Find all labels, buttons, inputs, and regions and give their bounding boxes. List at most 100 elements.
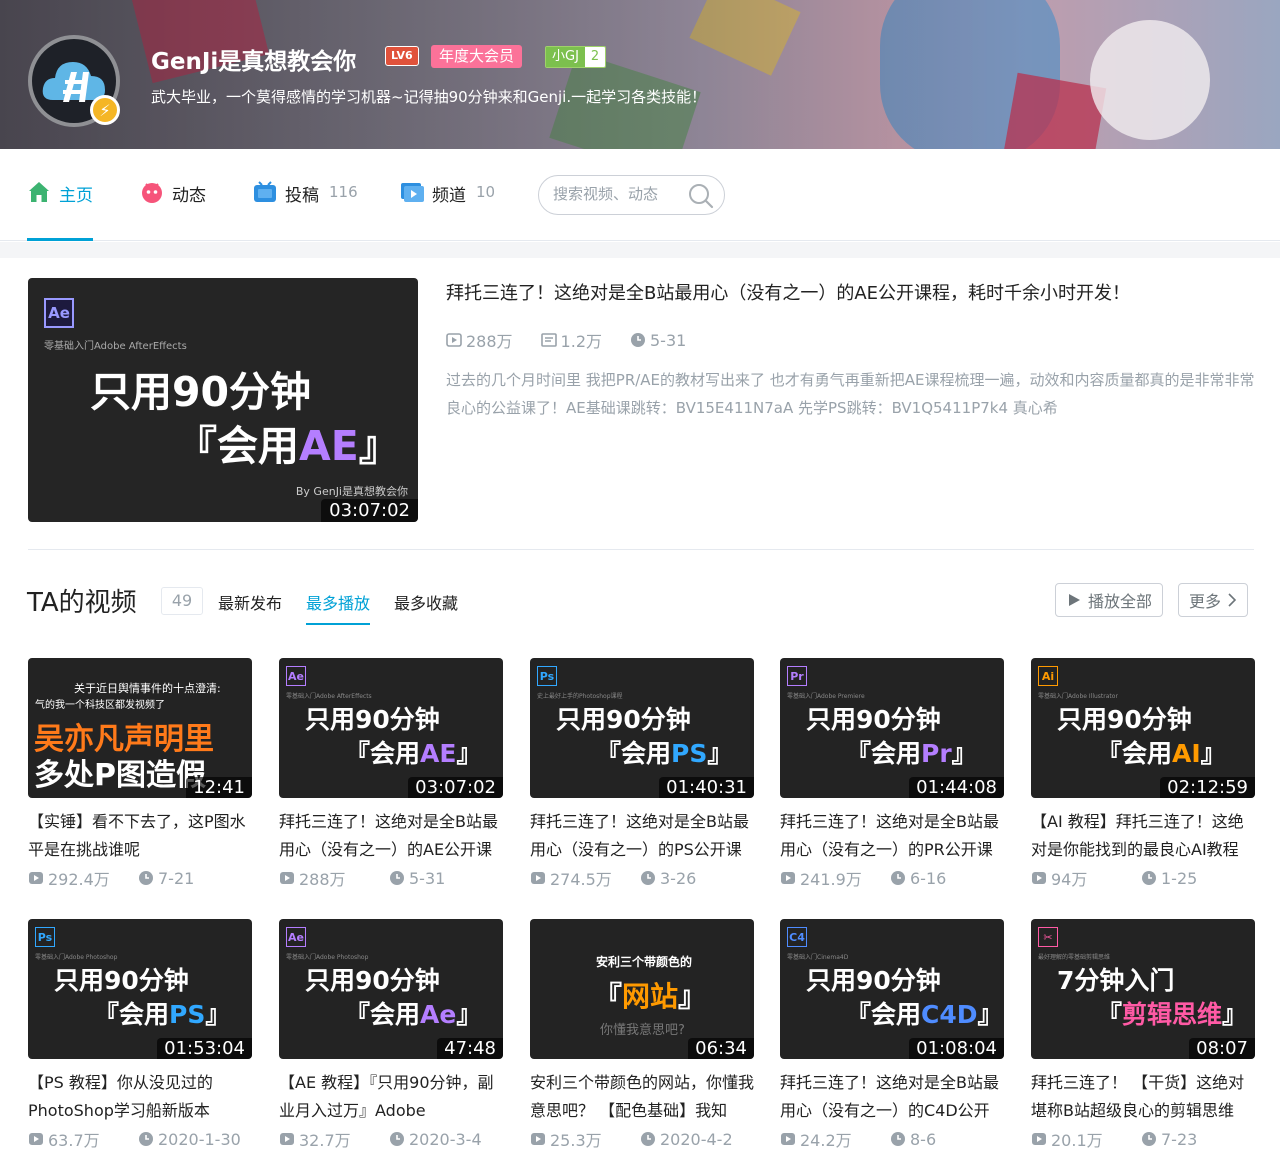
app-badge-icon: Pr [787,666,807,686]
cover-headline: 只用90分钟 [305,966,440,995]
video-thumbnail[interactable]: 你懂我意思吧? 安利三个带颜色的 『网站』 06:34 [530,919,754,1059]
video-card[interactable]: Ps 史上最好上手的Photoshop课程 只用90分钟 『会用PS』 01:40:31… [530,658,754,890]
video-duration: 01:53:04 [157,1038,252,1059]
tab-dynamic[interactable]: 动态 [140,181,206,241]
app-badge-icon: Ai [1038,666,1058,686]
video-thumbnail[interactable]: Ps 史上最好上手的Photoshop课程 只用90分钟 『会用PS』 01:40:31 [530,658,754,798]
clock-icon [139,871,153,885]
cover-headline: 只用90分钟 [90,368,312,416]
video-meta: 288万 5-31 [279,866,503,890]
video-thumbnail[interactable]: Ae 零基础入门Adobe AfterEffects 只用90分钟 『会用AE』 03:… [279,658,503,798]
play-all-button[interactable]: 播放全部 [1055,583,1164,617]
cover-headline: 只用90分钟 [556,705,691,734]
video-card[interactable]: Ae 零基础入门Adobe AfterEffects 只用90分钟 『会用AE』 03:… [279,658,503,890]
sort-tab-most-played[interactable]: 最多播放 [306,590,371,625]
video-duration: 03:07:02 [321,499,418,522]
clock-icon [139,1132,153,1146]
video-card[interactable]: Ai 零基础入门Adobe Illustrator 只用90分钟 『会用AI』 02:1… [1031,658,1255,890]
video-card[interactable]: Ps 零基础入门Adobe Photoshop 只用90分钟 『会用PS』 01:53:… [28,919,252,1151]
cover-subtitle: 零基础入门Cinema4D [787,954,849,961]
clock-icon [641,1132,655,1146]
video-thumbnail[interactable]: Ae 零基础入门Adobe Photoshop 只用90分钟 『会用Ae』 47:48 [279,919,503,1059]
search-input[interactable] [553,185,683,203]
play-count-icon [531,872,545,884]
video-title[interactable]: 拜托三连了！ 【干货】这绝对堪称B站超级良心的剪辑思维 [1031,1069,1255,1125]
username[interactable]: GenJi是真想教会你 [151,42,356,76]
cover-headline: 安利三个带颜色的 [596,955,693,969]
play-count: 20.1万 [1031,1127,1119,1151]
video-title[interactable]: 【AE 教程】『只用90分钟，副业月入过万』Adobe [279,1069,503,1125]
tab-dynamic-label: 动态 [172,186,206,206]
fan-medal[interactable]: 小GJ 2 [545,46,607,68]
video-title[interactable]: 拜托三连了！这绝对是全B站最用心（没有之一）的C4D公开课 [780,1069,1004,1125]
featured-video-title[interactable]: 拜托三连了！这绝对是全B站最用心（没有之一）的AE公开课程，耗时千余小时开发！ [446,279,1246,305]
cover-subtitle: 你懂我意思吧? [600,1023,685,1038]
video-thumbnail[interactable]: Ai 零基础入门Adobe Illustrator 只用90分钟 『会用AI』 02:1… [1031,658,1255,798]
cover-subtitle: 最好理解的零基础剪辑思维 [1038,954,1111,961]
video-duration: 01:44:08 [909,777,1004,798]
clock-icon [631,333,645,347]
cover-headline-2: 『会用Pr』 [846,739,977,768]
video-duration: 01:08:04 [909,1038,1004,1059]
video-thumbnail[interactable]: ✂ 最好理解的零基础剪辑思维 7分钟入门 『剪辑思维』 08:07 [1031,919,1255,1059]
tab-uploads[interactable]: 投稿 116 [253,181,358,241]
video-title[interactable]: 拜托三连了！这绝对是全B站最用心（没有之一）的PS公开课 [530,808,754,864]
cover-headline-2: 『会用Ae』 [345,1000,482,1029]
video-meta: 24.2万 8-6 [780,1127,1004,1151]
tab-uploads-label: 投稿 [285,186,319,206]
cover-headline: 只用90分钟 [806,705,941,734]
section-title: TA的视频 [27,588,137,618]
clock-icon [1142,871,1156,885]
vip-badge[interactable]: 年度大会员 [431,45,523,68]
tab-channels-count: 10 [476,183,496,201]
play-count: 25.3万 [530,1127,618,1151]
video-thumbnail[interactable]: Pr 零基础入门Adobe Premiere 只用90分钟 『会用Pr』 01:44:0… [780,658,1004,798]
video-thumbnail[interactable]: C4 零基础入门Cinema4D 只用90分钟 『会用C4D』 01:08:04 [780,919,1004,1059]
verified-bolt-icon: ⚡ [90,95,120,125]
video-card[interactable]: 你懂我意思吧? 安利三个带颜色的 『网站』 06:34 安利三个带颜色的网站，你懂我意思… [530,919,754,1151]
play-count: 288万 [279,866,367,890]
tab-channels[interactable]: 频道 10 [400,181,495,241]
cover-headline: 只用90分钟 [806,966,941,995]
video-meta: 32.7万 2020-3-4 [279,1127,503,1151]
video-title[interactable]: 拜托三连了！这绝对是全B站最用心（没有之一）的AE公开课 [279,808,503,864]
video-section: TA的视频 49 最新发布 最多播放 最多收藏 播放全部 更多 关于近日舆情事件… [0,550,1280,1174]
sort-tab-most-favorited[interactable]: 最多收藏 [394,590,458,623]
video-card[interactable]: ✂ 最好理解的零基础剪辑思维 7分钟入门 『剪辑思维』 08:07 拜托三连了！ 【干货】… [1031,919,1255,1151]
play-count: 241.9万 [780,866,868,890]
play-count-icon [531,1133,545,1145]
video-card[interactable]: Pr 零基础入门Adobe Premiere 只用90分钟 『会用Pr』 01:44:0… [780,658,1004,890]
video-duration: 08:07 [1189,1038,1255,1059]
video-card[interactable]: C4 零基础入门Cinema4D 只用90分钟 『会用C4D』 01:08:04 拜托三连… [780,919,1004,1151]
video-title[interactable]: 【PS 教程】你从没见过的PhotoShop学习船新版本 [28,1069,252,1125]
video-card[interactable]: Ae 零基础入门Adobe Photoshop 只用90分钟 『会用Ae』 47:48 【… [279,919,503,1151]
play-count-icon [781,872,795,884]
play-count: 274.5万 [530,866,618,890]
publish-date: 6-16 [890,866,978,890]
tab-uploads-count: 116 [329,183,358,201]
dynamic-icon [140,180,164,204]
more-button[interactable]: 更多 [1178,583,1249,617]
video-thumbnail[interactable]: 关于近日舆情事件的十点澄清: 气的我一个科技区都发视频了 吴亦凡声明里 多处P图造假 1… [28,658,252,798]
video-meta: 94万 1-25 [1031,866,1255,890]
video-title[interactable]: 【实锤】看不下去了，这P图水平是在挑战谁呢 [28,808,252,864]
video-title[interactable]: 【AI 教程】拜托三连了！这绝对是你能找到的最良心AI教程 [1031,808,1255,864]
cover-byline: By GenJi是真想教会你 [295,485,408,498]
app-badge-icon: C4 [787,927,807,947]
sort-tab-latest[interactable]: 最新发布 [218,590,282,623]
fan-medal-level: 2 [584,47,606,67]
avatar[interactable]: ⚡ [28,35,120,127]
video-meta: 292.4万 7-21 [28,866,252,890]
video-card[interactable]: 关于近日舆情事件的十点澄清: 气的我一个科技区都发视频了 吴亦凡声明里 多处P图造假 1… [28,658,252,890]
video-thumbnail[interactable]: Ps 零基础入门Adobe Photoshop 只用90分钟 『会用PS』 01:53:… [28,919,252,1059]
featured-video-cover[interactable]: Ae 零基础入门Adobe AfterEffects 只用90分钟 『会用AE』… [28,278,418,522]
play-icon [1069,594,1080,606]
home-icon [27,180,51,204]
search-icon[interactable] [688,183,714,209]
after-effects-badge-icon: Ae [44,298,74,328]
video-title[interactable]: 安利三个带颜色的网站，你懂我意思吧？ 【配色基础】我知 [530,1069,754,1125]
video-title[interactable]: 拜托三连了！这绝对是全B站最用心（没有之一）的PR公开课 [780,808,1004,864]
video-meta: 274.5万 3-26 [530,866,754,890]
tab-home[interactable]: 主页 [27,181,93,241]
clock-icon [390,871,404,885]
